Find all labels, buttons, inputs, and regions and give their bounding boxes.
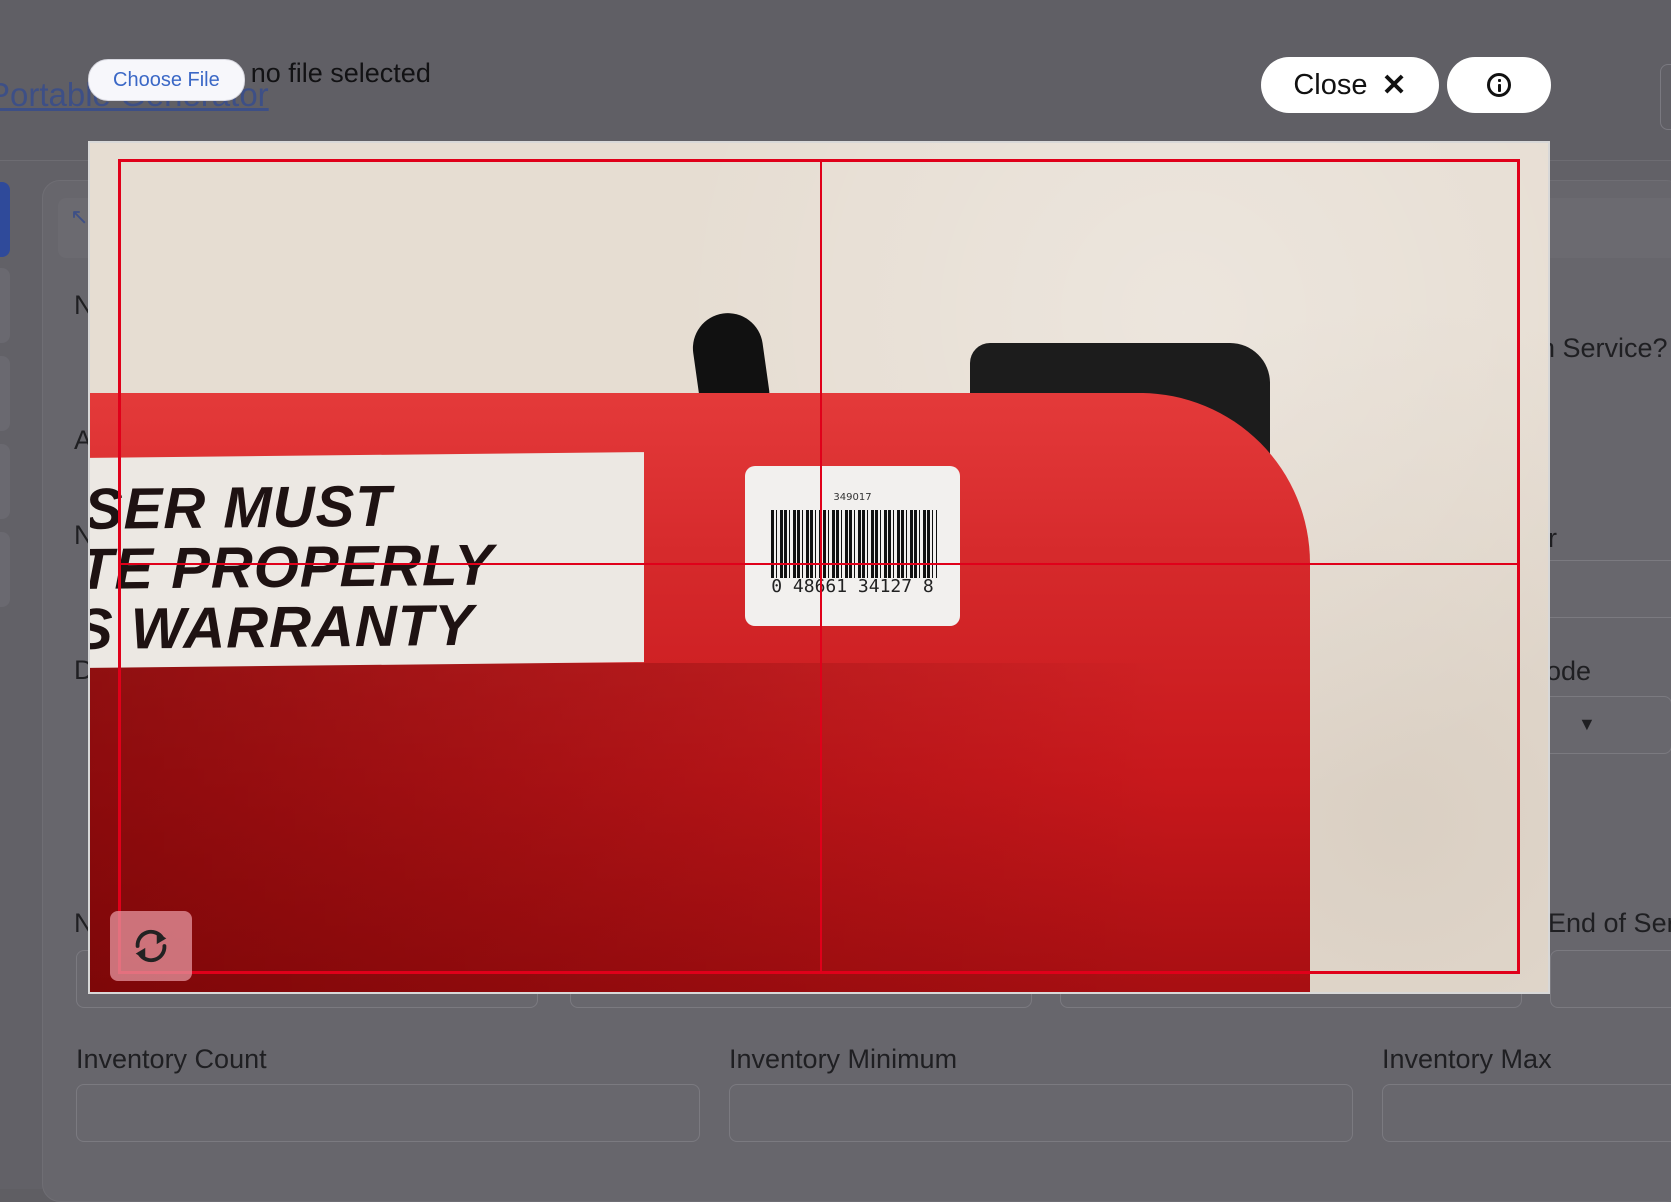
file-input[interactable]: Choose File no file selected [88,58,431,102]
scan-region-frame [118,159,1520,974]
sidebar-item[interactable] [0,444,10,519]
code-label: ode [1546,656,1592,686]
in-service-label: n Service? [1540,333,1668,363]
sidebar-item[interactable] [0,532,10,607]
choose-file-button[interactable]: Choose File [88,59,245,101]
close-button-label: Close [1293,68,1368,101]
inventory-count-label: Inventory Count [76,1044,267,1074]
field-input-partial[interactable] [1540,560,1671,618]
sidebar-item-active[interactable] [0,182,10,257]
chevron-down-icon: ▼ [1578,714,1596,734]
info-button[interactable] [1447,57,1551,113]
file-status: no file selected [250,57,431,88]
camera-viewport[interactable]: SER MUST TE PROPERLY S WARRANTY 349017 0… [88,141,1550,994]
scan-crosshair-horizontal [118,563,1520,565]
inventory-max-input[interactable] [1382,1084,1671,1142]
scan-crosshair-vertical [820,159,822,974]
code-select[interactable] [1540,696,1671,754]
back-arrow-icon[interactable]: ↖ [70,204,88,230]
camera-flip-icon [135,929,167,963]
sidebar-item[interactable] [0,356,10,431]
end-of-service-label: End of Ser [1548,908,1671,938]
inventory-minimum-label: Inventory Minimum [729,1044,958,1074]
end-of-service-input[interactable] [1550,950,1671,1008]
inventory-max-label: Inventory Max [1382,1044,1552,1074]
background-header-control[interactable] [1660,64,1671,130]
sidebar-item[interactable] [0,268,10,343]
inventory-minimum-input[interactable] [729,1084,1353,1142]
info-icon [1487,73,1511,97]
close-icon: ✕ [1381,68,1407,102]
inventory-count-input[interactable] [76,1084,700,1142]
close-button[interactable]: Close ✕ [1261,57,1439,113]
switch-camera-button[interactable] [110,911,192,981]
